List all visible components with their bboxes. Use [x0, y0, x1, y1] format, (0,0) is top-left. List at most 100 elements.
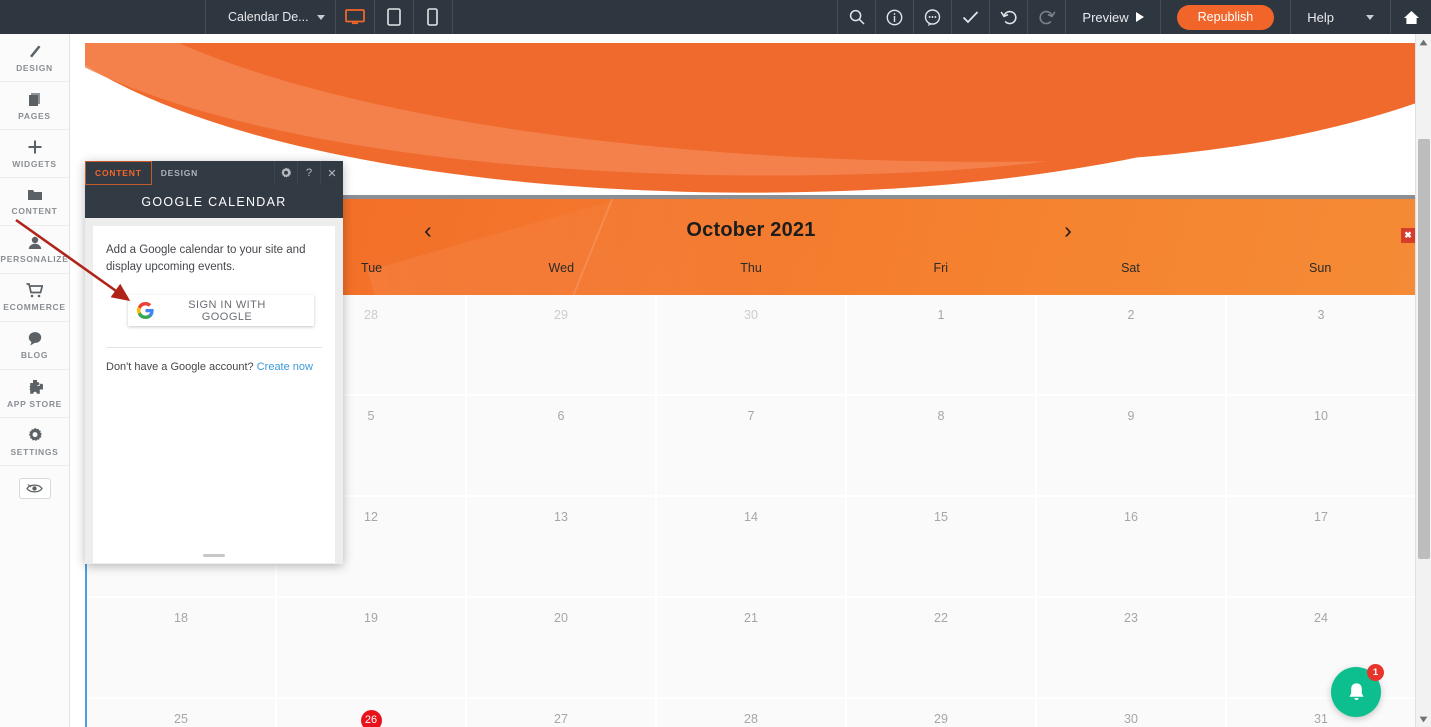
pages-icon — [27, 91, 43, 107]
play-icon — [1135, 12, 1144, 22]
panel-description: Add a Google calendar to your site and d… — [106, 244, 306, 273]
calendar-day-cell[interactable]: 7 — [657, 396, 847, 497]
search-button[interactable] — [838, 0, 875, 34]
home-button[interactable] — [1391, 0, 1431, 34]
panel-title: GOOGLE CALENDAR — [85, 185, 343, 218]
calendar-day-cell[interactable]: 20 — [467, 598, 657, 699]
calendar-day-cell[interactable]: 29 — [847, 699, 1037, 727]
calendar-day-number: 19 — [364, 611, 378, 625]
calendar-day-cell[interactable]: 15 — [847, 497, 1037, 598]
sidebar-item-settings[interactable]: SETTINGS — [0, 418, 69, 466]
sidebar-item-label: BLOG — [20, 350, 49, 360]
republish-button[interactable]: Republish — [1176, 4, 1275, 30]
desktop-icon — [344, 9, 365, 25]
calendar-day-number: 28 — [744, 712, 758, 726]
widget-close-button[interactable]: ✖ — [1401, 228, 1415, 243]
calendar-day-cell[interactable]: 8 — [847, 396, 1037, 497]
sign-in-with-google-button[interactable]: SIGN IN WITH GOOGLE — [128, 295, 314, 327]
calendar-day-cell[interactable]: 9 — [1037, 396, 1227, 497]
undo-button[interactable] — [990, 0, 1027, 34]
panel-help-button[interactable]: ? — [297, 161, 320, 185]
help-button[interactable]: Help — [1291, 0, 1348, 34]
notification-bubble[interactable]: 1 — [1331, 664, 1384, 717]
calendar-day-number: 5 — [367, 409, 375, 423]
preview-eye-icon[interactable] — [18, 478, 51, 499]
calendar-day-cell[interactable]: 31 — [1227, 699, 1415, 727]
calendar-day-cell[interactable]: 18 — [87, 598, 277, 699]
calendar-day-cell[interactable]: 26 — [277, 699, 467, 727]
calendar-day-cell[interactable]: 23 — [1037, 598, 1227, 699]
calendar-day-cell[interactable]: 10 — [1227, 396, 1415, 497]
topbar-actions: Preview Republish Help — [837, 0, 1431, 34]
calendar-day-cell[interactable]: 14 — [657, 497, 847, 598]
scroll-down-arrow-icon[interactable] — [1416, 711, 1431, 727]
info-button[interactable] — [876, 0, 913, 34]
panel-body: Add a Google calendar to your site and d… — [93, 226, 335, 563]
calendar-day-cell[interactable]: 16 — [1037, 497, 1227, 598]
device-tablet-button[interactable] — [375, 0, 413, 34]
sidebar-item-pages[interactable]: PAGES — [0, 82, 69, 130]
calendar-day-number: 23 — [1124, 611, 1138, 625]
sidebar-item-personalize[interactable]: PERSONALIZE — [0, 226, 69, 274]
calendar-day-number: 30 — [744, 308, 758, 322]
chevron-down-icon — [1366, 14, 1374, 20]
calendar-day-cell[interactable]: 19 — [277, 598, 467, 699]
notification-badge: 1 — [1367, 664, 1384, 681]
sidebar-item-widgets[interactable]: WIDGETS — [0, 130, 69, 178]
help-dropdown-button[interactable] — [1348, 0, 1390, 34]
sidebar-item-design[interactable]: DESIGN — [0, 34, 69, 82]
chat-button[interactable] — [914, 0, 951, 34]
save-check-button[interactable] — [952, 0, 989, 34]
redo-button[interactable] — [1028, 0, 1065, 34]
calendar-day-number: 18 — [174, 611, 188, 625]
scroll-up-arrow-icon[interactable] — [1416, 34, 1431, 50]
calendar-day-number: 16 — [1124, 510, 1138, 524]
site-builder-app: Calendar De... Preview Republish Help DE… — [0, 0, 1431, 727]
tab-content[interactable]: CONTENT — [85, 161, 152, 185]
calendar-day-cell[interactable]: 24 — [1227, 598, 1415, 699]
calendar-day-cell[interactable]: 30 — [657, 295, 847, 396]
sidebar-item-blog[interactable]: BLOG — [0, 322, 69, 370]
calendar-day-cell[interactable]: 28 — [657, 699, 847, 727]
sign-in-button-label: SIGN IN WITH GOOGLE — [188, 298, 266, 323]
calendar-day-number: 31 — [1314, 712, 1328, 726]
comment-icon — [925, 8, 941, 26]
panel-settings-button[interactable] — [274, 161, 297, 185]
calendar-day-number: 20 — [554, 611, 568, 625]
device-mobile-button[interactable] — [414, 0, 452, 34]
create-account-link[interactable]: Create now — [257, 361, 313, 373]
calendar-day-cell[interactable]: 1 — [847, 295, 1037, 396]
sidebar-item-app-store[interactable]: APP STORE — [0, 370, 69, 418]
calendar-day-cell[interactable]: 13 — [467, 497, 657, 598]
tab-design[interactable]: DESIGN — [152, 161, 207, 185]
calendar-day-cell[interactable]: 27 — [467, 699, 657, 727]
device-desktop-button[interactable] — [336, 0, 374, 34]
sidebar-item-label: WIDGETS — [12, 158, 57, 169]
vertical-scrollbar[interactable] — [1415, 34, 1431, 727]
google-logo-icon — [128, 302, 162, 320]
sidebar-item-ecommerce[interactable]: ECOMMERCE — [0, 274, 69, 322]
calendar-day-cell[interactable]: 22 — [847, 598, 1037, 699]
calendar-day-cell[interactable]: 6 — [467, 396, 657, 497]
calendar-day-cell[interactable]: 2 — [1037, 295, 1227, 396]
day-name: Wed — [548, 261, 575, 275]
calendar-day-cell[interactable]: 21 — [657, 598, 847, 699]
panel-close-button[interactable]: ✕ — [320, 161, 343, 185]
panel-footer: Don't have a Google account? Create now — [106, 361, 322, 373]
preview-button[interactable]: Preview — [1066, 0, 1159, 34]
cart-icon — [26, 283, 44, 298]
scrollbar-thumb[interactable] — [1418, 139, 1430, 559]
panel-resize-handle[interactable] — [203, 554, 225, 557]
calendar-day-cell[interactable]: 25 — [87, 699, 277, 727]
calendar-day-cell[interactable]: 3 — [1227, 295, 1415, 396]
calendar-day-number: 8 — [937, 409, 945, 423]
site-selector[interactable]: Calendar De... — [206, 0, 335, 34]
calendar-day-cell[interactable]: 30 — [1037, 699, 1227, 727]
calendar-day-number: 14 — [744, 510, 758, 524]
calendar-prev-month-button[interactable]: ‹ — [411, 213, 445, 247]
calendar-day-cell[interactable]: 17 — [1227, 497, 1415, 598]
calendar-day-cell[interactable]: 29 — [467, 295, 657, 396]
sidebar-item-content[interactable]: CONTENT — [0, 178, 69, 226]
calendar-next-month-button[interactable]: › — [1051, 213, 1085, 247]
site-name-label: Calendar De... — [228, 10, 309, 24]
